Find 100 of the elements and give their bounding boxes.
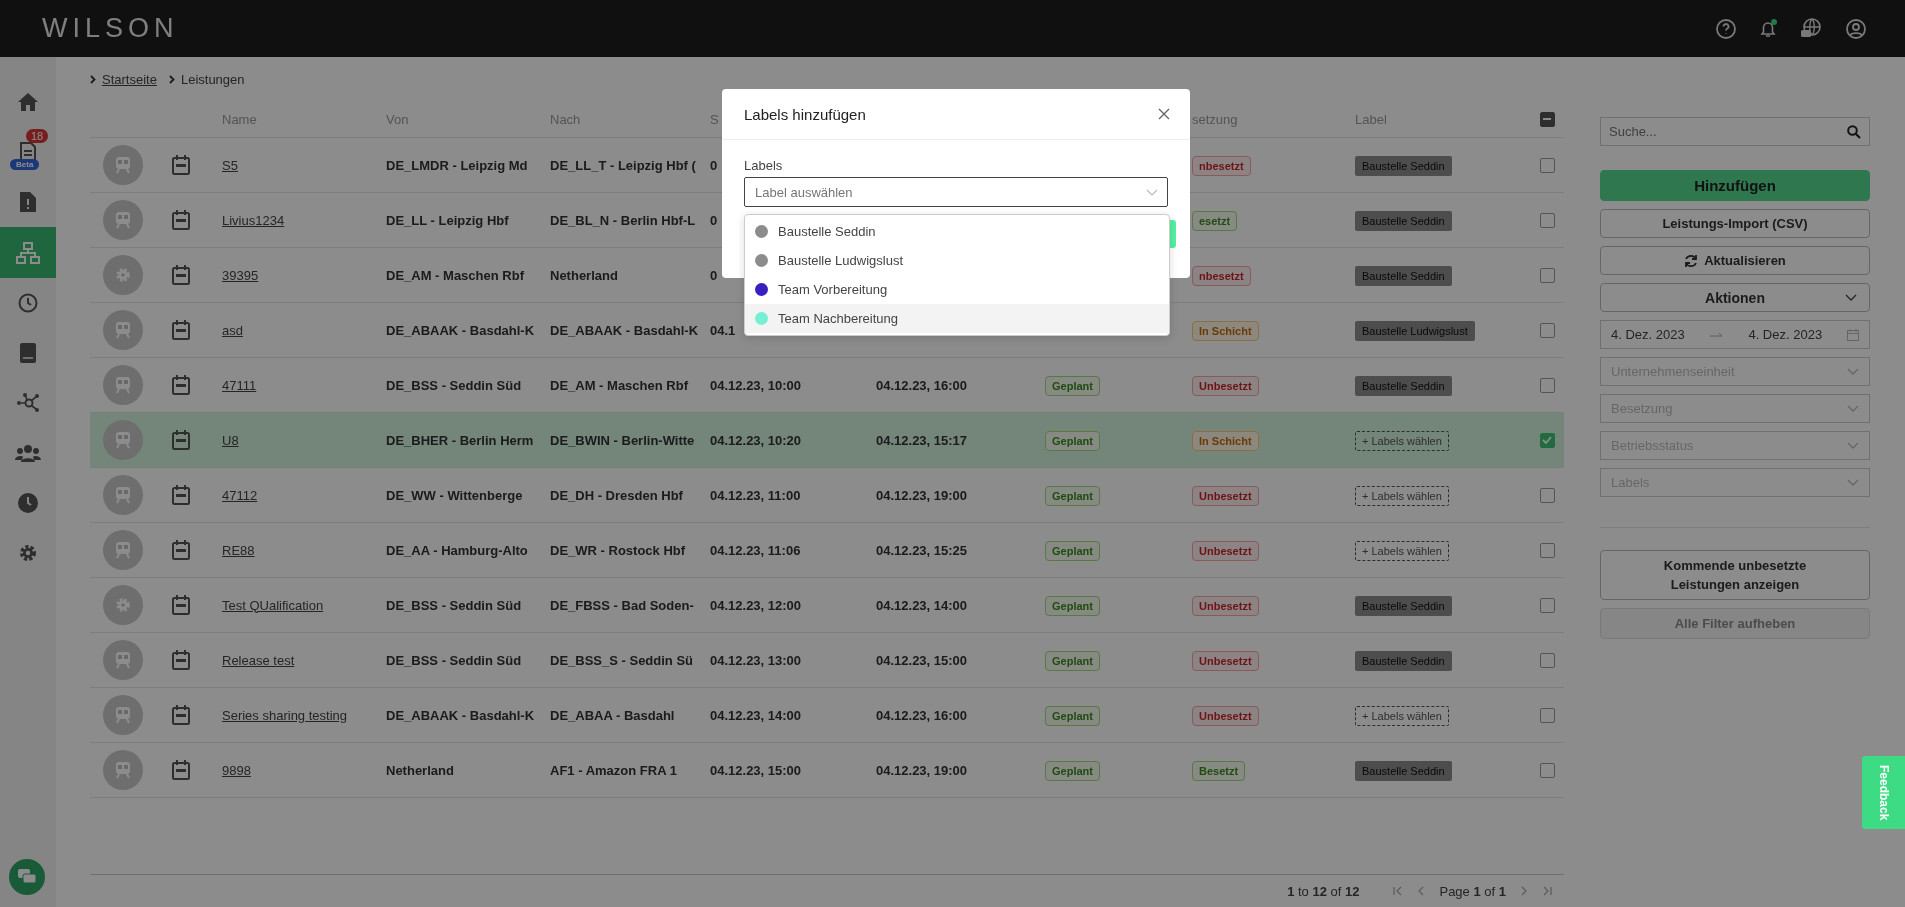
calendar-icon[interactable] bbox=[172, 705, 190, 725]
status-badge: Geplant bbox=[1045, 595, 1100, 616]
name-link[interactable]: asd bbox=[222, 322, 243, 338]
breadcrumb-link[interactable]: Startseite bbox=[102, 71, 157, 87]
page-indicator: Page 1 of 1 bbox=[1439, 883, 1506, 899]
calendar-icon[interactable] bbox=[172, 210, 190, 230]
table-row[interactable]: 9898 Netherland AF1 - Amazon FRA 1 04.12.23, 15:00 04.12.23, 19:00 Geplant Besetzt Baustelle Seddin bbox=[90, 743, 1564, 798]
row-checkbox[interactable] bbox=[1539, 322, 1555, 338]
column-header[interactable]: Name bbox=[222, 111, 386, 127]
table-cell: DE_LL - Leipzig Hbf bbox=[386, 212, 509, 228]
calendar-icon[interactable] bbox=[172, 540, 190, 560]
home-icon bbox=[17, 92, 39, 112]
column-header[interactable]: Label bbox=[1355, 111, 1530, 127]
calendar-icon[interactable] bbox=[172, 485, 190, 505]
table-cell: DE_BSS - Seddin Süd bbox=[386, 652, 522, 668]
first-page-icon[interactable] bbox=[1393, 886, 1404, 896]
row-checkbox[interactable] bbox=[1539, 707, 1555, 723]
close-icon[interactable] bbox=[1158, 108, 1170, 120]
table-cell: 0 bbox=[710, 157, 718, 173]
label-tag[interactable]: Baustelle Seddin bbox=[1355, 375, 1452, 396]
table-cell: Netherland bbox=[386, 762, 454, 778]
label-tag[interactable]: Baustelle Ludwigslust bbox=[1355, 320, 1475, 341]
label-tag[interactable]: Baustelle Seddin bbox=[1355, 650, 1452, 671]
book-icon bbox=[20, 343, 36, 363]
table-row[interactable]: Test QUalification DE_BSS - Seddin Süd DE_FBSS - Bad Soden- 04.12.23, 12:00 04.12.23, 14:00 Geplant Unbesetzt Baustelle Seddin bbox=[90, 578, 1564, 633]
search-field[interactable]: Suche... bbox=[1600, 117, 1870, 146]
table-cell: 04.12.23, 10:20 bbox=[710, 432, 802, 448]
name-link[interactable]: Release test bbox=[222, 652, 295, 668]
row-checkbox[interactable] bbox=[1539, 212, 1555, 228]
label-tag[interactable]: Baustelle Seddin bbox=[1355, 210, 1452, 231]
table-cell: DE_ABAAK - Basdahl-K bbox=[550, 322, 699, 338]
table-row[interactable]: 47112 DE_WW - Wittenberge DE_DH - Dresden Hbf 04.12.23, 11:00 04.12.23, 19:00 Geplant Unbesetzt + Labels wählen bbox=[90, 468, 1564, 523]
row-checkbox[interactable] bbox=[1539, 652, 1555, 668]
label-tag[interactable]: Baustelle Seddin bbox=[1355, 265, 1452, 286]
label-tag[interactable]: Baustelle Seddin bbox=[1355, 155, 1452, 176]
add-labels-button[interactable]: + Labels wählen bbox=[1355, 485, 1449, 506]
dropdown-option[interactable]: Team Nachbereitung bbox=[745, 304, 1169, 333]
label-tag[interactable]: Baustelle Seddin bbox=[1355, 760, 1452, 781]
table-row[interactable]: U8 DE_BHER - Berlin Herm DE_BWIN - Berlin-Witte 04.12.23, 10:20 04.12.23, 15:17 Geplant In Schicht + Labels wählen bbox=[90, 413, 1564, 468]
row-checkbox[interactable] bbox=[1539, 432, 1555, 448]
calendar-icon[interactable] bbox=[172, 760, 190, 780]
calendar-icon[interactable] bbox=[172, 155, 190, 175]
row-checkbox[interactable] bbox=[1539, 377, 1555, 393]
last-page-icon[interactable] bbox=[1542, 886, 1552, 896]
row-checkbox[interactable] bbox=[1539, 267, 1555, 283]
row-checkbox[interactable] bbox=[1539, 157, 1555, 173]
search-icon bbox=[1847, 124, 1861, 139]
calendar-icon[interactable] bbox=[172, 375, 190, 395]
table-row[interactable]: Release test DE_BSS - Seddin Süd DE_BSS_S - Seddin Sü 04.12.23, 13:00 04.12.23, 15:00 Geplant Unbesetzt Baustelle Seddin bbox=[90, 633, 1564, 688]
column-header[interactable]: Nach bbox=[550, 111, 710, 127]
dropdown-option[interactable]: Baustelle Ludwigslust bbox=[745, 246, 1169, 275]
select-all-checkbox[interactable] bbox=[1539, 111, 1555, 127]
label-select[interactable]: Label auswählen bbox=[744, 177, 1168, 207]
modal-title: Labels hinzufügen bbox=[744, 105, 866, 123]
add-button[interactable]: Hinzufügen bbox=[1600, 170, 1870, 201]
table-cell: DE_BWIN - Berlin-Witte bbox=[550, 432, 695, 448]
name-link[interactable]: Livius1234 bbox=[222, 212, 285, 228]
name-link[interactable]: 9898 bbox=[222, 762, 251, 778]
calendar-icon[interactable] bbox=[172, 430, 190, 450]
table-cell: DE_BSS_S - Seddin Sü bbox=[550, 652, 694, 668]
calendar-icon[interactable] bbox=[172, 650, 190, 670]
next-page-icon[interactable] bbox=[1520, 886, 1528, 896]
dropdown-option[interactable]: Team Vorbereitung bbox=[745, 275, 1169, 304]
import-button[interactable]: Leistungs-Import (CSV) bbox=[1600, 209, 1870, 238]
calendar-icon[interactable] bbox=[172, 320, 190, 340]
sidebar-item[interactable] bbox=[0, 227, 56, 278]
row-checkbox[interactable] bbox=[1539, 762, 1555, 778]
calendar-icon[interactable] bbox=[172, 265, 190, 285]
row-checkbox[interactable] bbox=[1539, 597, 1555, 613]
add-labels-button[interactable]: + Labels wählen bbox=[1355, 430, 1449, 451]
add-labels-button[interactable]: + Labels wählen bbox=[1355, 540, 1449, 561]
chat-button[interactable] bbox=[9, 859, 45, 895]
table-cell: DE_LMDR - Leipzig Md bbox=[386, 157, 528, 173]
name-link[interactable]: RE88 bbox=[222, 542, 255, 558]
logo[interactable]: WILSON bbox=[42, 13, 179, 44]
table-row[interactable]: Series sharing testing DE_ABAAK - Basdahl-K DE_ABAA - Basdahl 04.12.23, 14:00 04.12.23, 16:00 Geplant Unbesetzt + Labels wählen bbox=[90, 688, 1564, 743]
table-row[interactable]: RE88 DE_AA - Hamburg-Alto DE_WR - Rostock Hbf 04.12.23, 11:06 04.12.23, 15:25 Geplant Unbesetzt + Labels wählen bbox=[90, 523, 1564, 578]
name-link[interactable]: Series sharing testing bbox=[222, 707, 347, 723]
column-header[interactable]: setzung bbox=[1192, 111, 1355, 127]
name-link[interactable]: 47111 bbox=[222, 377, 257, 393]
row-checkbox[interactable] bbox=[1539, 487, 1555, 503]
sidebar-item[interactable]: 18 Beta bbox=[0, 127, 56, 177]
column-header[interactable]: Von bbox=[386, 111, 550, 127]
name-link[interactable]: S5 bbox=[222, 157, 238, 173]
name-link[interactable]: 47112 bbox=[222, 487, 258, 503]
help-icon[interactable] bbox=[1715, 17, 1737, 40]
filter-action-button[interactable]: Kommende unbesetzte Leistungen anzeigen bbox=[1600, 550, 1870, 600]
add-labels-button[interactable]: + Labels wählen bbox=[1355, 705, 1449, 726]
user-icon[interactable] bbox=[1845, 17, 1867, 40]
row-checkbox[interactable] bbox=[1539, 542, 1555, 558]
previous-page-icon[interactable] bbox=[1417, 886, 1426, 896]
actions-dropdown[interactable]: Aktionen bbox=[1600, 283, 1870, 312]
name-link[interactable]: U8 bbox=[222, 432, 239, 448]
dropdown-option[interactable]: Baustelle Seddin bbox=[745, 217, 1169, 246]
name-link[interactable]: 39395 bbox=[222, 267, 259, 283]
date-range-field[interactable]: 4. Dez. 2023 4. Dez. 2023 bbox=[1600, 320, 1870, 349]
calendar-icon[interactable] bbox=[172, 595, 190, 615]
label-tag[interactable]: Baustelle Seddin bbox=[1355, 595, 1452, 616]
refresh-button[interactable]: Aktualisieren bbox=[1600, 246, 1870, 275]
name-link[interactable]: Test QUalification bbox=[222, 597, 324, 613]
